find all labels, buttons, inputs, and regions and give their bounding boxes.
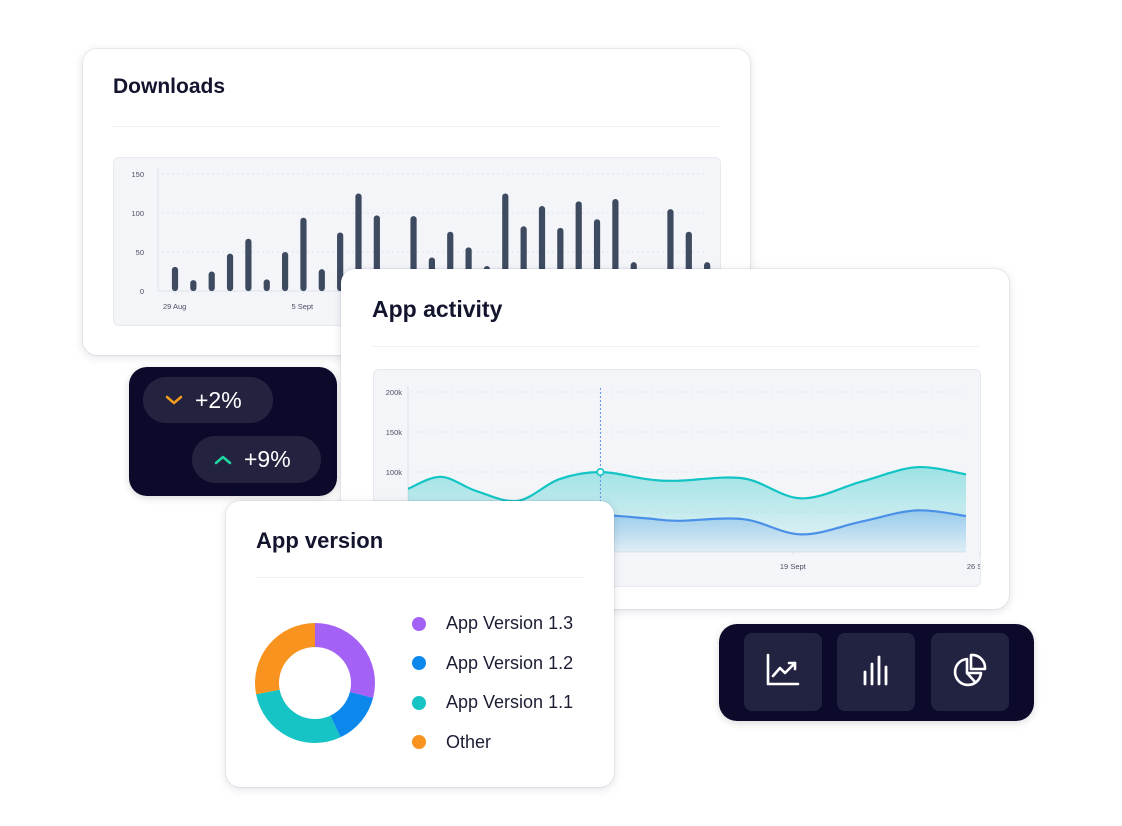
y-tick-label: 200k (386, 388, 403, 397)
pie-chart-button[interactable] (931, 633, 1009, 711)
donut-slice (256, 689, 341, 743)
line-chart-button[interactable] (744, 633, 822, 711)
legend-label: App Version 1.1 (446, 692, 574, 712)
stat-value: +9% (244, 446, 291, 472)
hover-point (596, 468, 605, 477)
bar-chart-button[interactable] (837, 633, 915, 711)
legend-dot (412, 695, 426, 710)
y-tick-label: 100 (131, 209, 144, 218)
legend-item: App Version 1.3 (412, 613, 573, 634)
stat-pill-up: +9% (192, 436, 321, 483)
y-tick-label: 150k (386, 428, 403, 437)
stat-pill-down: +2% (143, 377, 273, 423)
activity-title: App activity (372, 296, 503, 322)
x-tick-label: 5 Sept (291, 302, 314, 311)
chevron-up-icon (214, 454, 232, 466)
legend-dot (412, 656, 426, 670)
legend-dot (412, 735, 426, 749)
legend-item: Other (412, 732, 491, 753)
legend-item: App Version 1.1 (412, 692, 573, 713)
version-donut-chart (255, 623, 375, 743)
x-tick-label: 29 Aug (163, 302, 186, 311)
stats-panel: +2% +9% (129, 367, 337, 496)
y-tick-label: 0 (140, 287, 144, 296)
legend-label: App Version 1.3 (446, 613, 574, 633)
x-tick-label: 19 Sept (780, 562, 807, 571)
line-chart-icon (765, 652, 801, 693)
version-divider (256, 577, 584, 578)
donut-slice (315, 623, 375, 698)
downloads-title: Downloads (113, 75, 226, 98)
downloads-divider (113, 126, 720, 127)
y-tick-label: 100k (386, 468, 403, 477)
x-tick-label: 26 Sept (967, 562, 980, 571)
bar-chart-icon (858, 652, 894, 693)
legend-dot (412, 616, 426, 631)
version-card: App version App Version 1.3 App Version 1… (226, 501, 614, 787)
activity-divider (372, 346, 979, 347)
legend-label: App Version 1.2 (446, 652, 574, 673)
y-tick-label: 50 (136, 248, 144, 257)
chart-type-switcher (719, 624, 1034, 721)
y-tick-label: 150 (131, 170, 144, 179)
pie-chart-icon (952, 652, 988, 693)
donut-slice (255, 623, 315, 695)
version-title: App version (256, 528, 384, 553)
legend-item: App Version 1.2 (412, 653, 573, 674)
legend-label: Other (446, 731, 492, 752)
chevron-down-icon (165, 394, 183, 406)
stat-value: +2% (195, 386, 242, 413)
